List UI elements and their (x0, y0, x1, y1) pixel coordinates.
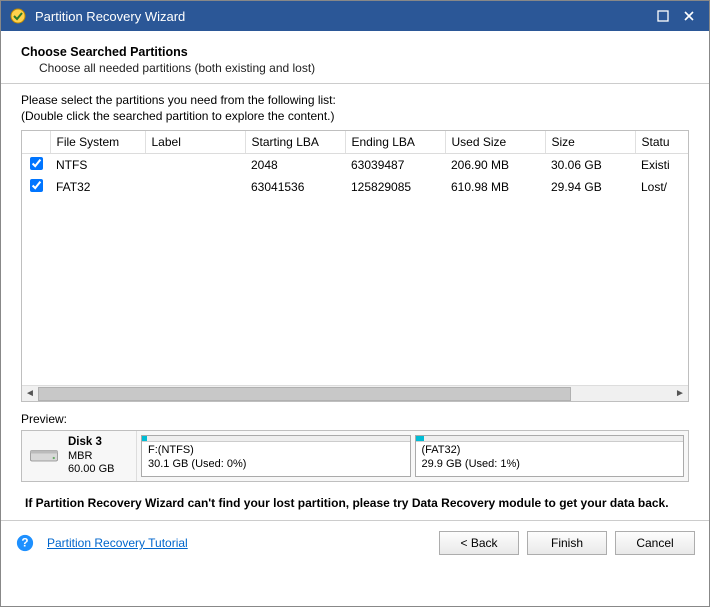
cell-status: Lost/ (635, 176, 688, 198)
table-row[interactable]: FAT32 63041536125829085610.98 MB29.94 GBL… (22, 176, 688, 198)
partition-label: (FAT32) (422, 444, 461, 456)
cancel-button[interactable]: Cancel (615, 531, 695, 555)
cell-starting-lba: 2048 (245, 153, 345, 176)
scroll-left-icon[interactable]: ◄ (22, 386, 38, 402)
back-button[interactable]: < Back (439, 531, 519, 555)
col-file-system[interactable]: File System (50, 131, 145, 153)
cell-ending-lba: 125829085 (345, 176, 445, 198)
col-status[interactable]: Statu (635, 131, 688, 153)
instruction-line-1: Please select the partitions you need fr… (21, 92, 695, 108)
disk-size: 60.00 GB (68, 463, 114, 475)
instruction-line-2: (Double click the searched partition to … (21, 108, 695, 124)
disk-type: MBR (68, 450, 92, 462)
preview-partition[interactable]: F:(NTFS) 30.1 GB (Used: 0%) (141, 435, 411, 477)
cell-used-size: 610.98 MB (445, 176, 545, 198)
cell-label (145, 176, 245, 198)
preview-panel: Disk 3 MBR 60.00 GB F:(NTFS) 30.1 GB (Use… (21, 430, 689, 482)
row-checkbox[interactable] (30, 179, 43, 192)
maximize-button[interactable] (651, 4, 675, 28)
col-checkbox (22, 131, 50, 153)
cell-file-system: NTFS (50, 153, 145, 176)
close-button[interactable] (677, 4, 701, 28)
svg-text:?: ? (21, 537, 28, 550)
cell-ending-lba: 63039487 (345, 153, 445, 176)
partition-label: F:(NTFS) (148, 444, 194, 456)
app-icon (9, 7, 27, 25)
tutorial-link[interactable]: Partition Recovery Tutorial (47, 536, 188, 550)
help-icon: ? (15, 533, 35, 553)
row-checkbox[interactable] (30, 157, 43, 170)
titlebar: Partition Recovery Wizard (1, 1, 709, 31)
cell-status: Existi (635, 153, 688, 176)
table-row[interactable]: NTFS 204863039487206.90 MB30.06 GBExisti (22, 153, 688, 176)
preview-partition[interactable]: (FAT32) 29.9 GB (Used: 1%) (415, 435, 685, 477)
col-label[interactable]: Label (145, 131, 245, 153)
cell-file-system: FAT32 (50, 176, 145, 198)
col-ending-lba[interactable]: Ending LBA (345, 131, 445, 153)
cell-size: 30.06 GB (545, 153, 635, 176)
scroll-right-icon[interactable]: ► (672, 386, 688, 402)
recovery-note: If Partition Recovery Wizard can't find … (15, 482, 695, 520)
col-size[interactable]: Size (545, 131, 635, 153)
partition-size: 29.9 GB (Used: 1%) (422, 458, 520, 470)
col-starting-lba[interactable]: Starting LBA (245, 131, 345, 153)
col-used-size[interactable]: Used Size (445, 131, 545, 153)
preview-label: Preview: (15, 402, 695, 430)
cell-size: 29.94 GB (545, 176, 635, 198)
disk-name: Disk 3 (68, 436, 102, 448)
cell-starting-lba: 63041536 (245, 176, 345, 198)
window-title: Partition Recovery Wizard (35, 9, 649, 24)
disk-icon (28, 446, 60, 467)
preview-disk: Disk 3 MBR 60.00 GB (22, 431, 137, 481)
separator (1, 83, 709, 84)
footer: ? Partition Recovery Tutorial < Back Fin… (1, 520, 709, 565)
cell-used-size: 206.90 MB (445, 153, 545, 176)
scrollbar-thumb[interactable] (38, 387, 571, 401)
finish-button[interactable]: Finish (527, 531, 607, 555)
partition-size: 30.1 GB (Used: 0%) (148, 458, 246, 470)
page-heading: Choose Searched Partitions (15, 41, 695, 61)
cell-label (145, 153, 245, 176)
partition-table: File System Label Starting LBA Ending LB… (21, 130, 689, 402)
page-subheading: Choose all needed partitions (both exist… (15, 61, 695, 83)
horizontal-scrollbar[interactable]: ◄ ► (22, 385, 688, 401)
